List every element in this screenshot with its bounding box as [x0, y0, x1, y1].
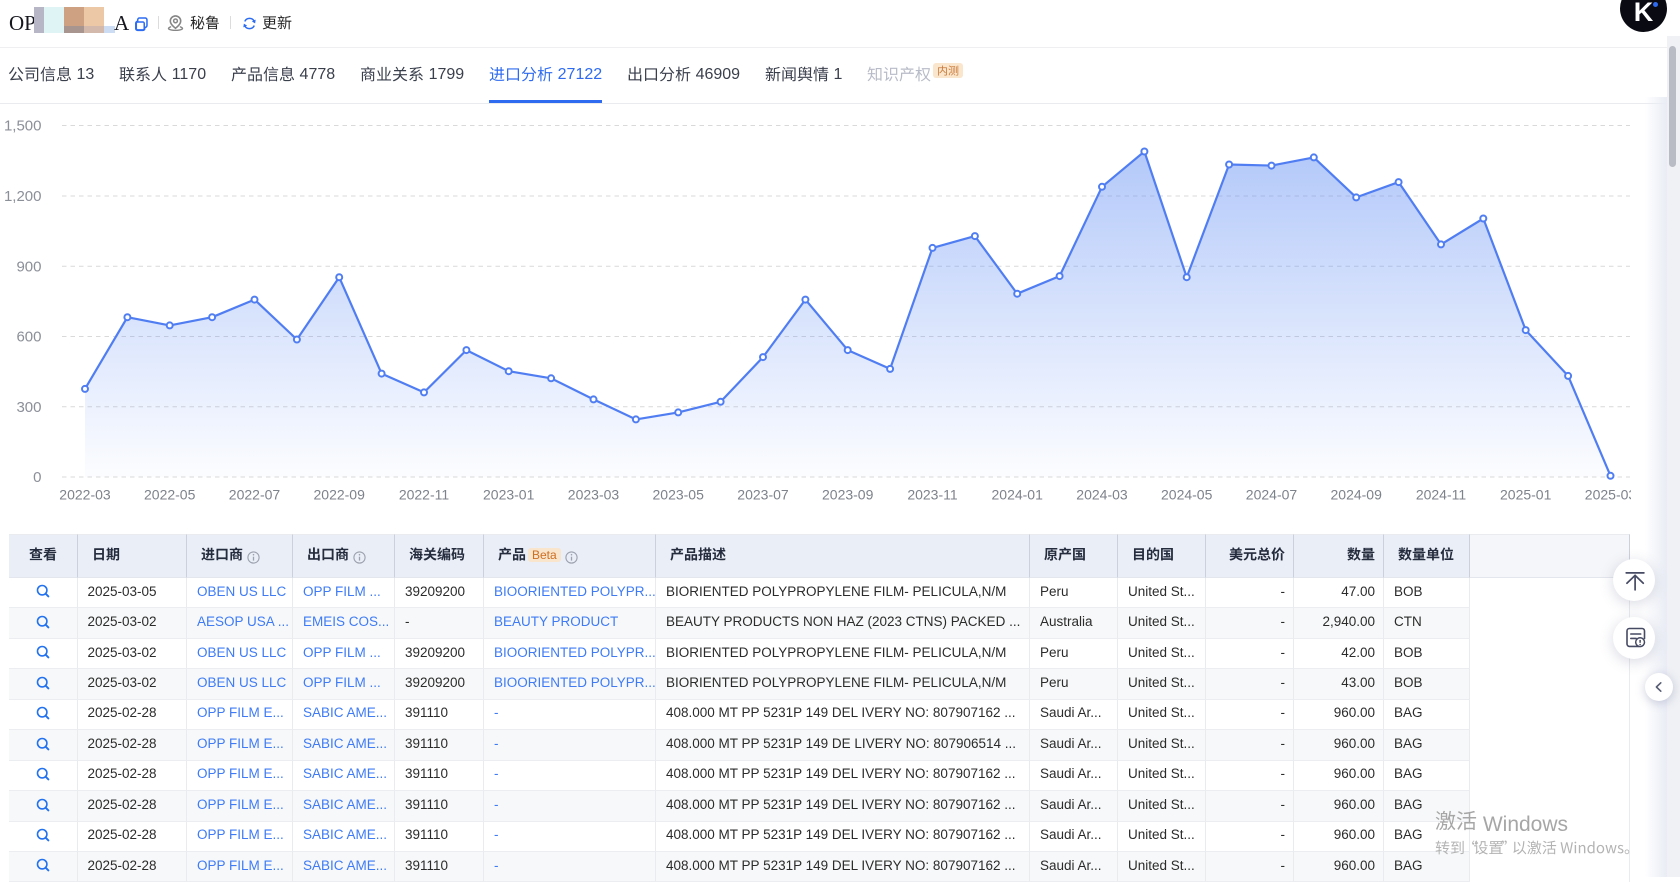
svg-text:1,200: 1,200 — [4, 188, 42, 205]
svg-text:2024-09: 2024-09 — [1331, 487, 1383, 503]
svg-text:2024-07: 2024-07 — [1246, 487, 1298, 503]
svg-text:2025-01: 2025-01 — [1500, 487, 1552, 503]
svg-text:2022-07: 2022-07 — [229, 487, 281, 503]
svg-text:2022-03: 2022-03 — [59, 487, 111, 503]
svg-text:2025-03: 2025-03 — [1585, 487, 1631, 503]
svg-text:2022-09: 2022-09 — [314, 487, 366, 503]
svg-text:900: 900 — [16, 259, 41, 276]
svg-text:600: 600 — [16, 329, 41, 346]
svg-text:2024-01: 2024-01 — [992, 487, 1044, 503]
svg-text:2024-05: 2024-05 — [1161, 487, 1213, 503]
svg-text:2023-11: 2023-11 — [907, 487, 958, 503]
svg-text:0: 0 — [33, 469, 41, 486]
svg-text:2022-11: 2022-11 — [399, 487, 450, 503]
svg-text:1,500: 1,500 — [4, 118, 42, 135]
svg-text:2024-03: 2024-03 — [1076, 487, 1128, 503]
svg-text:2023-09: 2023-09 — [822, 487, 874, 503]
svg-text:300: 300 — [16, 399, 41, 416]
svg-text:2023-07: 2023-07 — [737, 487, 789, 503]
svg-text:2023-01: 2023-01 — [483, 487, 535, 503]
svg-text:2022-05: 2022-05 — [144, 487, 196, 503]
svg-text:2024-11: 2024-11 — [1416, 487, 1467, 503]
svg-text:2023-05: 2023-05 — [653, 487, 705, 503]
svg-text:2023-03: 2023-03 — [568, 487, 620, 503]
